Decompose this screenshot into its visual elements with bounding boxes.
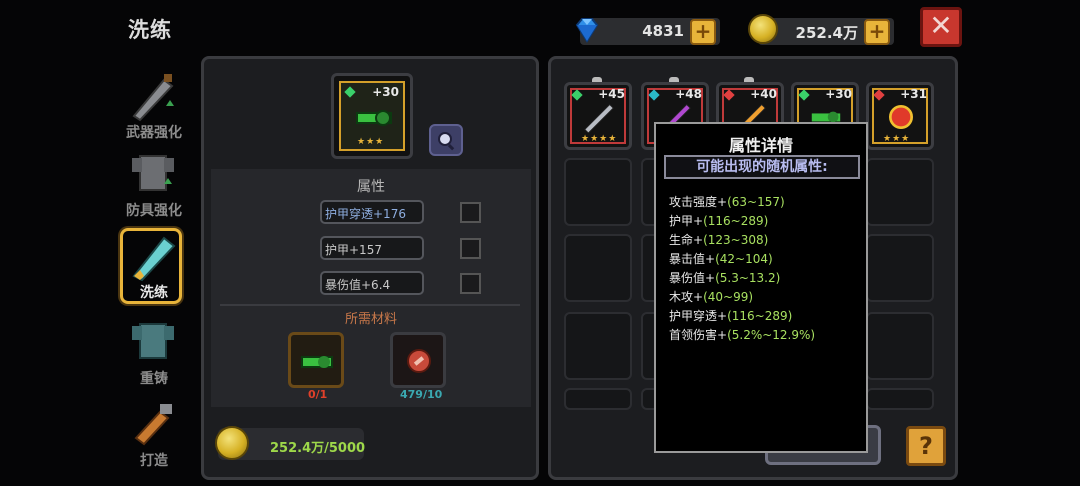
attribute-name: 木攻+ — [669, 290, 704, 304]
sidebar-item-weapon-upgrade[interactable]: 武器强化 — [116, 70, 192, 154]
popup-attribute-line: 护甲+(116~289) — [669, 212, 768, 229]
empty-equipment-slot[interactable] — [564, 158, 632, 226]
materials-title: 所需材料 — [344, 312, 397, 327]
sword-upgrade-icon — [132, 74, 174, 122]
attribute-range: (116~289) — [727, 309, 793, 323]
lock-checkbox[interactable] — [460, 202, 481, 223]
coin-currency: 252.4万 + — [748, 14, 894, 45]
item-stars: ★★★★ — [581, 134, 618, 144]
attribute-name: 首领伤害+ — [669, 328, 728, 342]
rarity-gem-icon — [344, 86, 356, 98]
attribute-range: (40~99) — [703, 290, 754, 304]
item-level: +40 — [750, 87, 777, 101]
magnifier-icon — [438, 132, 455, 151]
diamond-icon — [575, 18, 599, 43]
item-level: +30 — [372, 85, 399, 99]
sidebar-item-label: 武器强化 — [126, 125, 182, 141]
item-level: +30 — [825, 87, 852, 101]
material-count: 0/1 — [308, 388, 328, 401]
attribute-range: (123~308) — [703, 233, 769, 247]
attribute-details-button[interactable] — [429, 124, 463, 156]
help-button[interactable]: ? — [906, 426, 946, 466]
item-stars: ★★★ — [883, 134, 911, 144]
sidebar-item-armor-upgrade[interactable]: 防具强化 — [116, 148, 192, 232]
attribute-name: 攻击强度+ — [669, 195, 728, 209]
empty-equipment-slot[interactable] — [866, 158, 934, 226]
add-gems-button[interactable]: + — [690, 19, 716, 45]
sword-refine-icon — [132, 236, 176, 282]
coin-icon — [215, 426, 249, 460]
item-level: +31 — [900, 87, 927, 101]
lock-checkbox[interactable] — [460, 238, 481, 259]
add-coins-button[interactable]: + — [864, 19, 890, 45]
forge-hammer-icon — [134, 404, 172, 446]
equipment-slot[interactable]: +45 ★★★★ — [564, 82, 632, 150]
attributes-title: 属性 — [357, 179, 385, 195]
attribute-row: 暴伤值+6.4 — [320, 271, 424, 295]
empty-equipment-slot[interactable] — [564, 234, 632, 302]
selected-item-slot[interactable]: +30 ★★★ — [331, 73, 413, 159]
lock-checkbox[interactable] — [460, 273, 481, 294]
attribute-range: (5.3~13.2) — [715, 271, 781, 285]
popup-attribute-line: 木攻+(40~99) — [669, 288, 753, 305]
popup-attribute-line: 暴击值+(42~104) — [669, 250, 773, 267]
coin-icon — [748, 14, 778, 44]
popup-attribute-line: 暴伤值+(5.3~13.2) — [669, 269, 780, 286]
coin-count: 252.4万 — [795, 24, 858, 42]
material-slot[interactable] — [288, 332, 344, 388]
popup-attribute-line: 生命+(123~308) — [669, 231, 768, 248]
divider — [220, 304, 520, 306]
fire-gem-icon — [889, 105, 913, 129]
popup-attribute-line: 护甲穿透+(116~289) — [669, 307, 792, 324]
attribute-name: 暴伤值+ — [669, 271, 716, 285]
sidebar-item-label: 防具强化 — [126, 203, 182, 219]
gem-currency: 4831 + — [575, 18, 720, 45]
equipment-slot[interactable]: +31 ★★★ — [866, 82, 934, 150]
popup-attribute-line: 攻击强度+(63~157) — [669, 193, 785, 210]
attribute-row: 护甲+157 — [320, 236, 424, 260]
popup-title: 属性详情 — [728, 136, 793, 155]
attribute-details-popup: 属性详情 可能出现的随机属性: 攻击强度+(63~157) 护甲+(116~28… — [654, 122, 868, 453]
spear-icon — [584, 103, 614, 133]
attribute-row: 护甲穿透+176 — [320, 200, 424, 224]
close-button[interactable]: ✕ — [920, 7, 962, 47]
sidebar-item-label: 打造 — [140, 453, 168, 469]
empty-equipment-slot[interactable] — [866, 388, 934, 410]
cost-value: 252.4万/5000 — [270, 441, 366, 456]
empty-equipment-slot[interactable] — [866, 234, 934, 302]
attribute-range: (5.2%~12.9%) — [727, 328, 816, 342]
attribute-range: (42~104) — [715, 252, 773, 266]
item-level: +45 — [598, 87, 625, 101]
attribute-name: 护甲穿透+ — [669, 309, 728, 323]
gem-count: 4831 — [642, 22, 684, 40]
material-slot[interactable] — [390, 332, 446, 388]
attribute-range: (116~289) — [703, 214, 769, 228]
item-stars: ★★★ — [357, 137, 385, 147]
selected-item-frame: +30 ★★★ — [339, 81, 405, 151]
attribute-name: 生命+ — [669, 233, 704, 247]
green-crossbow-icon — [356, 110, 392, 126]
sidebar-item-forge[interactable]: 打造 — [116, 398, 192, 482]
sidebar-item-refine[interactable]: 洗练 — [116, 230, 192, 314]
crossbow-material-icon — [301, 356, 333, 368]
red-stone-icon — [407, 349, 431, 373]
sidebar-item-label: 洗练 — [140, 285, 168, 301]
item-level: +48 — [675, 87, 702, 101]
sidebar-item-recast[interactable]: 重铸 — [116, 316, 192, 400]
attribute-name: 暴击值+ — [669, 252, 716, 266]
armor-upgrade-icon — [132, 155, 174, 191]
material-count: 479/10 — [400, 388, 443, 401]
popup-attribute-line: 首领伤害+(5.2%~12.9%) — [669, 326, 815, 343]
empty-equipment-slot[interactable] — [564, 388, 632, 410]
attribute-range: (63~157) — [727, 195, 785, 209]
empty-equipment-slot[interactable] — [564, 312, 632, 380]
page-title: 洗练 — [128, 18, 172, 42]
sidebar-item-label: 重铸 — [140, 371, 168, 387]
popup-subtitle: 可能出现的随机属性: — [664, 155, 860, 179]
armor-recast-icon — [132, 323, 174, 359]
empty-equipment-slot[interactable] — [866, 312, 934, 380]
attribute-name: 护甲+ — [669, 214, 704, 228]
